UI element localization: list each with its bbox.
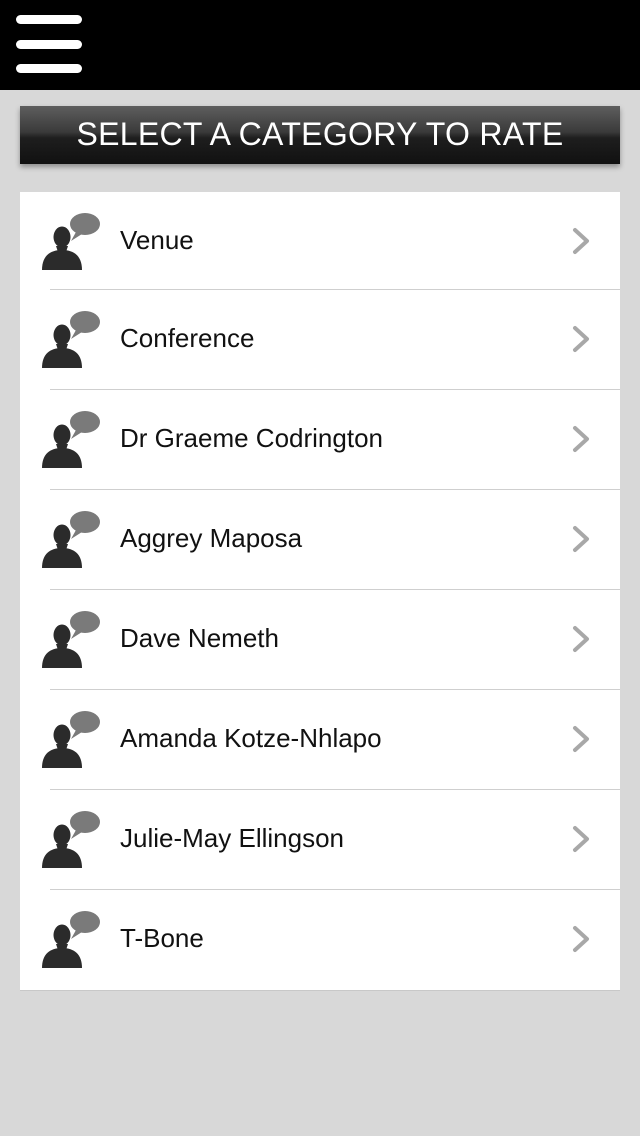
chevron-right-icon (573, 926, 589, 952)
section-title: SELECT A CATEGORY TO RATE (76, 116, 564, 152)
section-header: SELECT A CATEGORY TO RATE (20, 106, 620, 164)
list-item[interactable]: Julie-May Ellingson (20, 790, 620, 890)
speaker-speech-bubble-icon (42, 611, 100, 668)
category-label: Aggrey Maposa (120, 523, 303, 553)
speaker-speech-bubble-icon (42, 911, 100, 968)
category-label: Julie-May Ellingson (120, 823, 344, 853)
chevron-right-icon (573, 826, 589, 852)
category-label: Amanda Kotze-Nhlapo (120, 723, 382, 753)
chevron-right-icon (573, 526, 589, 552)
list-item[interactable]: T-Bone (20, 890, 620, 990)
category-label: Dr Graeme Codrington (120, 423, 383, 453)
category-label: Venue (120, 225, 194, 255)
speaker-speech-bubble-icon (42, 711, 100, 768)
menu-bar-line (16, 64, 82, 73)
speaker-speech-bubble-icon (42, 311, 100, 368)
chevron-right-icon (573, 426, 589, 452)
list-item[interactable]: Venue (20, 192, 620, 290)
category-label: T-Bone (120, 923, 204, 953)
speaker-speech-bubble-icon (42, 411, 100, 468)
list-item[interactable]: Amanda Kotze-Nhlapo (20, 690, 620, 790)
speaker-speech-bubble-icon (42, 213, 100, 270)
list-item[interactable]: Dr Graeme Codrington (20, 390, 620, 490)
chevron-right-icon (573, 626, 589, 652)
menu-bar-line (16, 40, 82, 49)
list-item[interactable]: Aggrey Maposa (20, 490, 620, 590)
list-item[interactable]: Conference (20, 290, 620, 390)
hamburger-menu-icon[interactable] (14, 12, 84, 76)
speaker-speech-bubble-icon (42, 811, 100, 868)
top-bar (0, 0, 640, 90)
chevron-right-icon (573, 326, 589, 352)
category-label: Dave Nemeth (120, 623, 279, 653)
list-item[interactable]: Dave Nemeth (20, 590, 620, 690)
chevron-right-icon (573, 228, 589, 254)
menu-bar-line (16, 15, 82, 24)
speaker-speech-bubble-icon (42, 511, 100, 568)
category-label: Conference (120, 323, 255, 353)
chevron-right-icon (573, 726, 589, 752)
category-list: Venue Conference Dr Graeme Codrington Ag… (20, 192, 620, 991)
